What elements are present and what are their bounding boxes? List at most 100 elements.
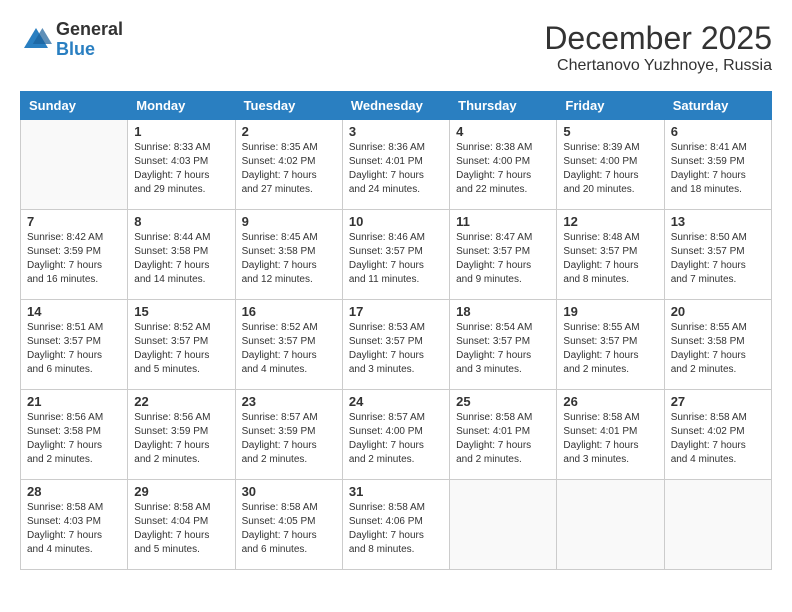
day-number: 1 bbox=[134, 124, 228, 139]
day-number: 29 bbox=[134, 484, 228, 499]
day-info: Sunrise: 8:58 AMSunset: 4:04 PMDaylight:… bbox=[134, 501, 228, 557]
day-info: Sunrise: 8:42 AMSunset: 3:59 PMDaylight:… bbox=[27, 231, 121, 287]
day-number: 19 bbox=[563, 304, 657, 319]
day-info: Sunrise: 8:58 AMSunset: 4:01 PMDaylight:… bbox=[563, 411, 657, 467]
day-info: Sunrise: 8:39 AMSunset: 4:00 PMDaylight:… bbox=[563, 141, 657, 197]
day-info: Sunrise: 8:45 AMSunset: 3:58 PMDaylight:… bbox=[242, 231, 336, 287]
day-info: Sunrise: 8:52 AMSunset: 3:57 PMDaylight:… bbox=[134, 321, 228, 377]
day-number: 18 bbox=[456, 304, 550, 319]
logo-icon bbox=[20, 24, 52, 56]
calendar-cell: 16 Sunrise: 8:52 AMSunset: 3:57 PMDayligh… bbox=[235, 300, 342, 390]
day-number: 5 bbox=[563, 124, 657, 139]
calendar-cell: 10Sunrise: 8:46 AMSunset: 3:57 PMDayligh… bbox=[342, 210, 449, 300]
day-info: Sunrise: 8:47 AMSunset: 3:57 PMDaylight:… bbox=[456, 231, 550, 287]
day-number: 21 bbox=[27, 394, 121, 409]
calendar-cell: 29 Sunrise: 8:58 AMSunset: 4:04 PMDayligh… bbox=[128, 480, 235, 570]
day-number: 12 bbox=[563, 214, 657, 229]
calendar-cell: 11 Sunrise: 8:47 AMSunset: 3:57 PMDayligh… bbox=[450, 210, 557, 300]
calendar-cell: 30 Sunrise: 8:58 AMSunset: 4:05 PMDayligh… bbox=[235, 480, 342, 570]
calendar-cell: 19 Sunrise: 8:55 AMSunset: 3:57 PMDayligh… bbox=[557, 300, 664, 390]
day-info: Sunrise: 8:41 AMSunset: 3:59 PMDaylight:… bbox=[671, 141, 765, 197]
day-number: 17 bbox=[349, 304, 443, 319]
day-number: 9 bbox=[242, 214, 336, 229]
day-info: Sunrise: 8:51 AMSunset: 3:57 PMDaylight:… bbox=[27, 321, 121, 377]
calendar-cell: 3 Sunrise: 8:36 AMSunset: 4:01 PMDaylight… bbox=[342, 120, 449, 210]
day-number: 8 bbox=[134, 214, 228, 229]
calendar-cell: 1Sunrise: 8:33 AMSunset: 4:03 PMDaylight… bbox=[128, 120, 235, 210]
day-info: Sunrise: 8:53 AMSunset: 3:57 PMDaylight:… bbox=[349, 321, 443, 377]
calendar-cell: 17 Sunrise: 8:53 AMSunset: 3:57 PMDayligh… bbox=[342, 300, 449, 390]
calendar-cell bbox=[557, 480, 664, 570]
calendar-day-header: Wednesday bbox=[342, 92, 449, 120]
calendar-cell: 6 Sunrise: 8:41 AMSunset: 3:59 PMDaylight… bbox=[664, 120, 771, 210]
day-info: Sunrise: 8:38 AMSunset: 4:00 PMDaylight:… bbox=[456, 141, 550, 197]
day-info: Sunrise: 8:58 AMSunset: 4:01 PMDaylight:… bbox=[456, 411, 550, 467]
calendar-day-header: Friday bbox=[557, 92, 664, 120]
calendar-day-header: Saturday bbox=[664, 92, 771, 120]
day-info: Sunrise: 8:56 AMSunset: 3:58 PMDaylight:… bbox=[27, 411, 121, 467]
calendar-cell bbox=[21, 120, 128, 210]
day-number: 14 bbox=[27, 304, 121, 319]
day-number: 11 bbox=[456, 214, 550, 229]
calendar-cell: 13 Sunrise: 8:50 AMSunset: 3:57 PMDayligh… bbox=[664, 210, 771, 300]
day-info: Sunrise: 8:36 AMSunset: 4:01 PMDaylight:… bbox=[349, 141, 443, 197]
day-info: Sunrise: 8:35 AMSunset: 4:02 PMDaylight:… bbox=[242, 141, 336, 197]
day-info: Sunrise: 8:50 AMSunset: 3:57 PMDaylight:… bbox=[671, 231, 765, 287]
day-number: 6 bbox=[671, 124, 765, 139]
calendar-table: SundayMondayTuesdayWednesdayThursdayFrid… bbox=[20, 91, 772, 570]
day-number: 16 bbox=[242, 304, 336, 319]
calendar-day-header: Monday bbox=[128, 92, 235, 120]
day-number: 22 bbox=[134, 394, 228, 409]
day-number: 4 bbox=[456, 124, 550, 139]
month-title: December 2025 bbox=[544, 20, 772, 57]
day-number: 27 bbox=[671, 394, 765, 409]
calendar-cell bbox=[664, 480, 771, 570]
calendar-cell: 26 Sunrise: 8:58 AMSunset: 4:01 PMDayligh… bbox=[557, 390, 664, 480]
day-number: 13 bbox=[671, 214, 765, 229]
calendar-cell: 14 Sunrise: 8:51 AMSunset: 3:57 PMDayligh… bbox=[21, 300, 128, 390]
calendar-week-row: 14 Sunrise: 8:51 AMSunset: 3:57 PMDayligh… bbox=[21, 300, 772, 390]
calendar-cell: 27 Sunrise: 8:58 AMSunset: 4:02 PMDayligh… bbox=[664, 390, 771, 480]
calendar-day-header: Sunday bbox=[21, 92, 128, 120]
day-number: 15 bbox=[134, 304, 228, 319]
calendar-header-row: SundayMondayTuesdayWednesdayThursdayFrid… bbox=[21, 92, 772, 120]
day-info: Sunrise: 8:58 AMSunset: 4:03 PMDaylight:… bbox=[27, 501, 121, 557]
day-number: 30 bbox=[242, 484, 336, 499]
day-number: 23 bbox=[242, 394, 336, 409]
day-info: Sunrise: 8:55 AMSunset: 3:57 PMDaylight:… bbox=[563, 321, 657, 377]
calendar-cell: 12 Sunrise: 8:48 AMSunset: 3:57 PMDayligh… bbox=[557, 210, 664, 300]
calendar-week-row: 7 Sunrise: 8:42 AMSunset: 3:59 PMDaylight… bbox=[21, 210, 772, 300]
day-info: Sunrise: 8:58 AMSunset: 4:05 PMDaylight:… bbox=[242, 501, 336, 557]
logo: General Blue bbox=[20, 20, 123, 60]
day-number: 3 bbox=[349, 124, 443, 139]
day-number: 2 bbox=[242, 124, 336, 139]
day-number: 28 bbox=[27, 484, 121, 499]
day-info: Sunrise: 8:48 AMSunset: 3:57 PMDaylight:… bbox=[563, 231, 657, 287]
calendar-cell: 15 Sunrise: 8:52 AMSunset: 3:57 PMDayligh… bbox=[128, 300, 235, 390]
calendar-cell: 5 Sunrise: 8:39 AMSunset: 4:00 PMDaylight… bbox=[557, 120, 664, 210]
calendar-cell: 21 Sunrise: 8:56 AMSunset: 3:58 PMDayligh… bbox=[21, 390, 128, 480]
title-block: December 2025 Chertanovo Yuzhnoye, Russi… bbox=[544, 20, 772, 75]
calendar-cell: 23Sunrise: 8:57 AMSunset: 3:59 PMDayligh… bbox=[235, 390, 342, 480]
day-info: Sunrise: 8:52 AMSunset: 3:57 PMDaylight:… bbox=[242, 321, 336, 377]
day-number: 20 bbox=[671, 304, 765, 319]
day-info: Sunrise: 8:56 AMSunset: 3:59 PMDaylight:… bbox=[134, 411, 228, 467]
calendar-cell: 7 Sunrise: 8:42 AMSunset: 3:59 PMDaylight… bbox=[21, 210, 128, 300]
day-info: Sunrise: 8:55 AMSunset: 3:58 PMDaylight:… bbox=[671, 321, 765, 377]
logo-text: General Blue bbox=[56, 20, 123, 60]
day-number: 7 bbox=[27, 214, 121, 229]
day-info: Sunrise: 8:54 AMSunset: 3:57 PMDaylight:… bbox=[456, 321, 550, 377]
calendar-cell: 9 Sunrise: 8:45 AMSunset: 3:58 PMDaylight… bbox=[235, 210, 342, 300]
day-info: Sunrise: 8:46 AMSunset: 3:57 PMDaylight:… bbox=[349, 231, 443, 287]
day-number: 31 bbox=[349, 484, 443, 499]
day-number: 26 bbox=[563, 394, 657, 409]
logo-blue: Blue bbox=[56, 40, 123, 60]
calendar-cell: 28 Sunrise: 8:58 AMSunset: 4:03 PMDayligh… bbox=[21, 480, 128, 570]
day-info: Sunrise: 8:57 AMSunset: 4:00 PMDaylight:… bbox=[349, 411, 443, 467]
calendar-cell: 24Sunrise: 8:57 AMSunset: 4:00 PMDayligh… bbox=[342, 390, 449, 480]
page-header: General Blue December 2025 Chertanovo Yu… bbox=[20, 20, 772, 75]
calendar-cell bbox=[450, 480, 557, 570]
day-number: 25 bbox=[456, 394, 550, 409]
calendar-cell: 8Sunrise: 8:44 AMSunset: 3:58 PMDaylight… bbox=[128, 210, 235, 300]
day-info: Sunrise: 8:58 AMSunset: 4:02 PMDaylight:… bbox=[671, 411, 765, 467]
